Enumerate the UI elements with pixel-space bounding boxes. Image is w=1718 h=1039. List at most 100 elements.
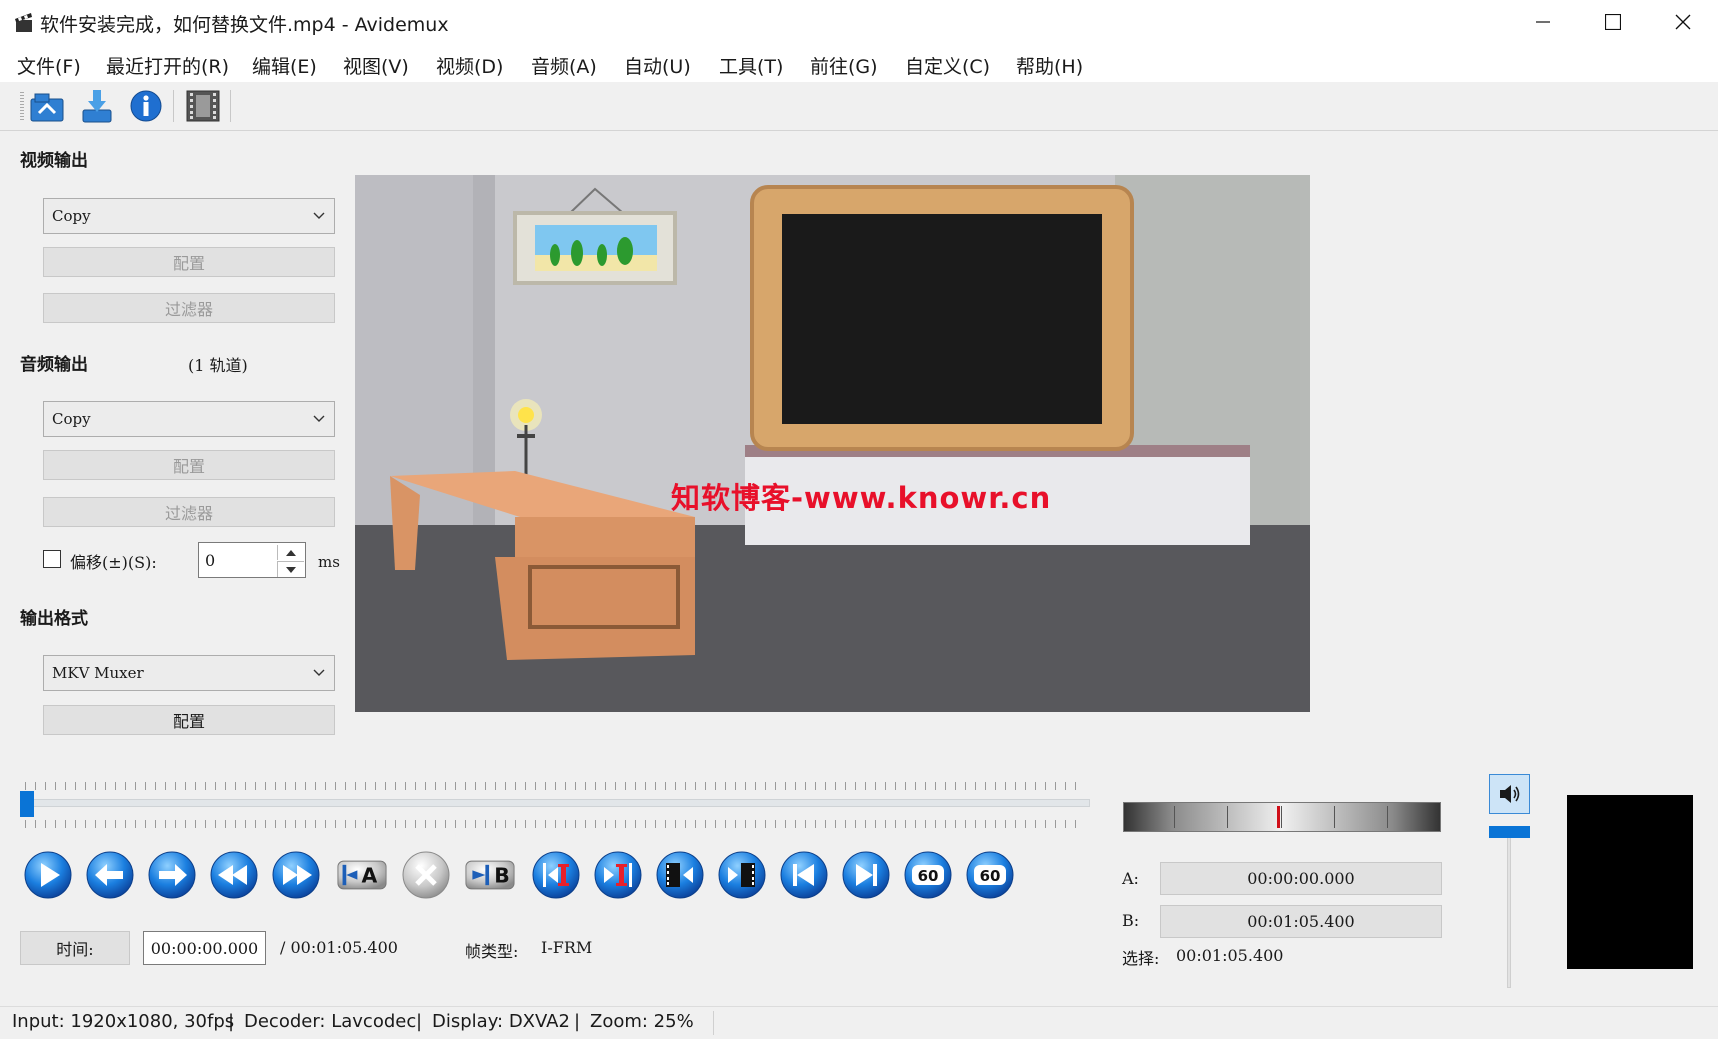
chevron-down-icon — [286, 566, 296, 573]
spin-up-button[interactable] — [277, 545, 304, 560]
status-decoder: Decoder: Lavcodec — [244, 1011, 417, 1032]
fast-forward-button[interactable] — [271, 850, 321, 900]
video-codec-select[interactable]: Copy — [43, 198, 335, 234]
muxer-select[interactable]: MKV Muxer — [43, 655, 335, 691]
fast-forward-icon — [272, 851, 320, 899]
next-intra-frame-button[interactable] — [593, 850, 643, 900]
set-marker-b-button[interactable]: B — [465, 850, 515, 900]
chevron-down-icon — [313, 669, 325, 676]
audio-track-count: (1 轨道) — [188, 356, 248, 375]
audio-shift-label: 偏移(±)(S): — [70, 553, 157, 572]
window-title: 软件安装完成，如何替换文件.mp4 - Avidemux — [40, 14, 449, 36]
menu-edit[interactable]: 编辑(E) — [252, 52, 317, 79]
muxer-configure-button[interactable]: 配置 — [43, 705, 335, 735]
back-60-button[interactable]: 60 — [903, 850, 953, 900]
status-separator: | — [574, 1011, 581, 1032]
close-button[interactable] — [1648, 0, 1718, 44]
status-zoom: Zoom: 25% — [590, 1011, 694, 1032]
next-frame-button[interactable] — [147, 850, 197, 900]
selection-timeline[interactable] — [1123, 802, 1441, 832]
previous-frame-button[interactable] — [85, 850, 135, 900]
minimize-icon — [1536, 21, 1550, 23]
info-button[interactable] — [127, 87, 165, 125]
go-to-start-icon — [780, 851, 828, 899]
menu-goto[interactable]: 前往(G) — [810, 52, 878, 79]
menu-bar: 文件(F) 最近打开的(R) 编辑(E) 视图(V) 视频(D) 音频(A) 自… — [0, 44, 1718, 82]
next-black-frame-icon — [718, 851, 766, 899]
seek-slider-handle[interactable] — [20, 791, 34, 817]
maximize-button[interactable] — [1578, 0, 1648, 44]
time-button[interactable]: 时间: — [20, 931, 130, 965]
toolbar-separator — [230, 90, 231, 122]
video-configure-button[interactable]: 配置 — [43, 247, 335, 277]
menu-custom[interactable]: 自定义(C) — [905, 52, 990, 79]
video-codec-value: Copy — [52, 207, 91, 225]
status-input: Input: 1920x1080, 30fps — [12, 1011, 235, 1032]
status-bar: Input: 1920x1080, 30fps | Decoder: Lavco… — [0, 1006, 1718, 1039]
audio-codec-select[interactable]: Copy — [43, 401, 335, 437]
timeline-cursor — [1277, 806, 1280, 828]
forward-60-button[interactable]: 60 — [965, 850, 1015, 900]
forward-60-icon: 60 — [966, 851, 1014, 899]
app-clapper-icon — [15, 13, 32, 32]
previous-black-frame-button[interactable] — [655, 850, 705, 900]
status-display: Display: DXVA2 — [432, 1011, 570, 1032]
open-button[interactable] — [28, 87, 66, 125]
menu-video[interactable]: 视频(D) — [436, 52, 503, 79]
minimize-button[interactable] — [1508, 0, 1578, 44]
status-separator: | — [416, 1011, 423, 1032]
chevron-up-icon — [286, 549, 296, 556]
go-to-end-button[interactable] — [841, 850, 891, 900]
frame-type-label: 帧类型: — [465, 942, 519, 961]
save-button[interactable] — [78, 87, 116, 125]
menu-recent[interactable]: 最近打开的(R) — [106, 52, 229, 79]
chevron-down-icon — [313, 415, 325, 422]
spin-down-button[interactable] — [277, 561, 304, 577]
menu-file[interactable]: 文件(F) — [17, 52, 81, 79]
menu-tools[interactable]: 工具(T) — [719, 52, 783, 79]
film-strip-icon — [186, 90, 220, 122]
set-marker-a-icon: A — [337, 860, 387, 890]
next-black-frame-button[interactable] — [717, 850, 767, 900]
timeline-tick — [1174, 806, 1175, 828]
audio-shift-checkbox[interactable] — [43, 550, 61, 568]
marker-b-value[interactable]: 00:01:05.400 — [1160, 905, 1442, 938]
audio-filters-button[interactable]: 过滤器 — [43, 497, 335, 527]
previous-black-frame-icon — [656, 851, 704, 899]
menu-help[interactable]: 帮助(H) — [1016, 52, 1083, 79]
audio-shift-spinbox[interactable]: 0 — [198, 542, 306, 578]
previous-intra-frame-icon — [532, 851, 580, 899]
marker-a-value[interactable]: 00:00:00.000 — [1160, 862, 1442, 895]
frame-type-value: I-FRM — [541, 938, 593, 957]
go-to-start-button[interactable] — [779, 850, 829, 900]
selection-duration: 00:01:05.400 — [1176, 946, 1284, 965]
seek-ticks-top — [25, 782, 1085, 790]
marker-b-text: B — [494, 863, 510, 887]
seek-slider-track[interactable] — [20, 799, 1090, 807]
previous-intra-frame-button[interactable] — [531, 850, 581, 900]
set-marker-a-button[interactable]: A — [337, 850, 387, 900]
next-frame-icon — [148, 851, 196, 899]
menu-auto[interactable]: 自动(U) — [624, 52, 691, 79]
play-button[interactable] — [23, 850, 73, 900]
audio-configure-button[interactable]: 配置 — [43, 450, 335, 480]
rewind-button[interactable] — [209, 850, 259, 900]
back-60-icon: 60 — [904, 851, 952, 899]
total-time: / 00:01:05.400 — [280, 938, 398, 957]
current-time-input[interactable]: 00:00:00.000 — [143, 931, 266, 965]
mute-button[interactable] — [1489, 774, 1530, 814]
menu-view[interactable]: 视图(V) — [343, 52, 409, 79]
menu-audio[interactable]: 音频(A) — [531, 52, 597, 79]
marker-a-label: A: — [1122, 869, 1139, 888]
video-preview: 知软博客-www.knowr.cn — [355, 175, 1310, 712]
audio-output-label: 音频输出 — [20, 355, 88, 375]
volume-slider-track[interactable] — [1507, 830, 1511, 988]
chevron-down-icon — [313, 212, 325, 219]
timeline-tick — [1227, 806, 1228, 828]
speaker-icon — [1499, 785, 1519, 803]
film-button[interactable] — [184, 87, 222, 125]
clear-markers-button[interactable] — [401, 850, 451, 900]
status-separator: | — [228, 1011, 235, 1032]
volume-slider-handle[interactable] — [1489, 826, 1530, 838]
video-filters-button[interactable]: 过滤器 — [43, 293, 335, 323]
